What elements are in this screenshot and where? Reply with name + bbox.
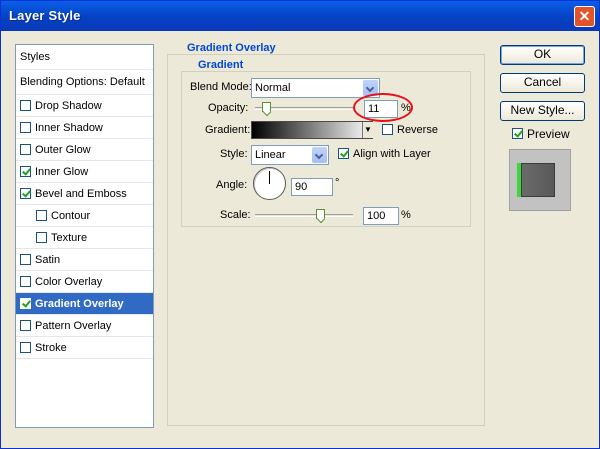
angle-dial[interactable] [253,167,286,200]
pattern-overlay-checkbox[interactable] [20,320,31,331]
preview-swatch [521,163,555,197]
style-item-satin[interactable]: Satin [16,249,153,271]
style-item-label: Contour [51,210,91,222]
style-item-label: Pattern Overlay [35,320,112,332]
scale-unit: % [401,209,411,221]
style-item-label: Color Overlay [35,276,103,288]
gradient-label: Gradient: [205,124,251,136]
gradient-subgroup-title: Gradient [196,59,246,71]
inner-glow-checkbox[interactable] [20,166,31,177]
angle-label: Angle: [216,179,248,191]
cancel-button[interactable]: Cancel [500,73,585,93]
preview-thumbnail [509,149,571,211]
stroke-checkbox[interactable] [20,342,31,353]
style-item-inner-shadow[interactable]: Inner Shadow [16,117,153,139]
gradient-overlay-title: Gradient Overlay [185,42,278,54]
layer-style-dialog: Layer Style ✕ Styles Blending Options: D… [0,0,600,449]
highlight-circle [353,93,413,122]
styles-header[interactable]: Styles [16,45,153,70]
preview-label: Preview [527,127,570,141]
bevel-emboss-checkbox[interactable] [20,188,31,199]
chevron-down-icon[interactable] [312,147,327,163]
new-style-button[interactable]: New Style... [500,101,585,121]
style-item-label: Stroke [35,342,67,354]
style-item-bevel-emboss[interactable]: Bevel and Emboss [16,183,153,205]
blend-mode-value: Normal [255,82,291,94]
satin-checkbox[interactable] [20,254,31,265]
style-label: Style: [220,148,248,160]
style-item-drop-shadow[interactable]: Drop Shadow [16,95,153,117]
style-select[interactable]: Linear [251,145,329,165]
style-item-stroke[interactable]: Stroke [16,337,153,359]
scale-slider-track[interactable] [255,214,353,217]
style-item-label: Drop Shadow [35,100,102,112]
style-value: Linear [255,149,286,161]
style-item-label: Satin [35,254,61,266]
style-item-label: Bevel and Emboss [35,188,127,200]
color-overlay-checkbox[interactable] [20,276,31,287]
contour-checkbox[interactable] [36,210,47,221]
title-bar[interactable]: Layer Style ✕ [1,1,599,31]
window-title: Layer Style [9,8,81,23]
style-item-label: Inner Glow [35,166,89,178]
blend-mode-select[interactable]: Normal [251,78,380,98]
gradient-swatch[interactable] [251,121,373,139]
scale-label: Scale: [220,209,251,221]
style-item-contour[interactable]: Contour [16,205,153,227]
style-item-pattern-overlay[interactable]: Pattern Overlay [16,315,153,337]
scale-slider-thumb[interactable] [316,209,326,219]
style-item-label: Texture [51,232,88,244]
scale-input[interactable]: 100 [363,207,399,225]
align-with-layer-checkbox[interactable] [338,148,349,159]
preview-checkbox[interactable] [512,128,523,139]
gradient-overlay-checkbox[interactable] [20,298,31,309]
style-item-label: Gradient Overlay [35,298,124,310]
angle-unit: ° [335,177,340,189]
texture-checkbox[interactable] [36,232,47,243]
style-item-outer-glow[interactable]: Outer Glow [16,139,153,161]
close-button[interactable]: ✕ [574,6,595,27]
align-with-layer-label: Align with Layer [353,148,431,160]
styles-list: Styles Blending Options: Default Drop Sh… [15,44,154,428]
style-item-label: Outer Glow [35,144,91,156]
style-item-gradient-overlay[interactable]: Gradient Overlay [16,293,153,315]
style-item-inner-glow[interactable]: Inner Glow [16,161,153,183]
opacity-slider-thumb[interactable] [262,102,271,112]
reverse-label: Reverse [397,124,438,136]
ok-button[interactable]: OK [500,45,585,65]
outer-glow-checkbox[interactable] [20,144,31,155]
blending-options-item[interactable]: Blending Options: Default [16,70,153,95]
style-item-texture[interactable]: Texture [16,227,153,249]
style-item-color-overlay[interactable]: Color Overlay [16,271,153,293]
reverse-checkbox[interactable] [382,124,393,135]
gradient-dropdown-arrow-icon[interactable]: ▼ [362,122,373,138]
blend-mode-label: Blend Mode: [190,81,252,93]
style-item-label: Inner Shadow [35,122,103,134]
opacity-label: Opacity: [208,102,249,114]
drop-shadow-checkbox[interactable] [20,100,31,111]
angle-input[interactable]: 90 [291,178,333,196]
inner-shadow-checkbox[interactable] [20,122,31,133]
angle-needle [269,171,270,184]
